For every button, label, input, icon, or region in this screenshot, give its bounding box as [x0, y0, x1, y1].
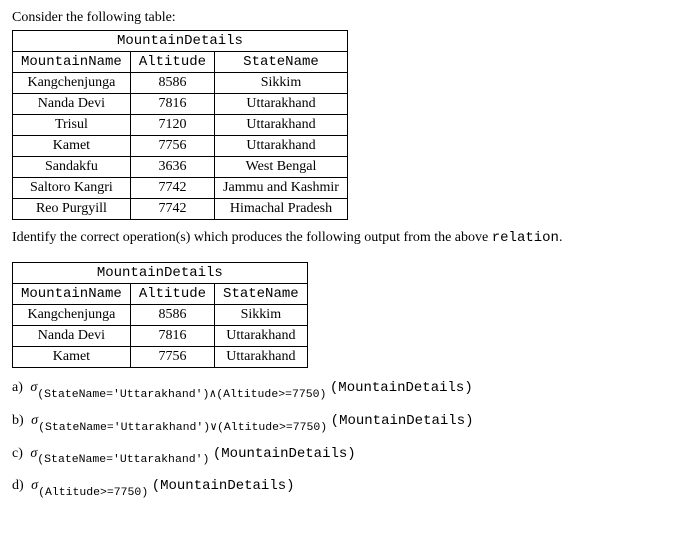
table-title-row: MountainDetails [13, 31, 348, 52]
col-header: MountainName [13, 284, 131, 305]
cell: 7816 [130, 94, 214, 115]
cell: 8586 [130, 305, 214, 326]
col-header: Altitude [130, 52, 214, 73]
option-label: a) [12, 380, 23, 395]
cell: West Bengal [215, 157, 348, 178]
cell: Nanda Devi [13, 326, 131, 347]
option-c: c) σ(StateName='Uttarakhand') (MountainD… [12, 446, 686, 465]
table-row: Sandakfu 3636 West Bengal [13, 157, 348, 178]
table-row: Saltoro Kangri 7742 Jammu and Kashmir [13, 178, 348, 199]
cell: Saltoro Kangri [13, 178, 131, 199]
option-label: d) [12, 478, 24, 493]
option-relation: (MountainDetails) [331, 413, 474, 429]
cell: 7756 [130, 136, 214, 157]
table-row: Kamet 7756 Uttarakhand [13, 136, 348, 157]
table-source: MountainDetails MountainName Altitude St… [12, 30, 348, 220]
table-header-row: MountainName Altitude StateName [13, 284, 308, 305]
option-d: d) σ(Altitude>=7750) (MountainDetails) [12, 478, 686, 497]
option-label: c) [12, 446, 23, 461]
option-label: b) [12, 413, 24, 428]
cell: Reo Purgyill [13, 199, 131, 220]
intro-text: Consider the following table: [12, 10, 686, 26]
cell: Sikkim [215, 305, 308, 326]
prompt-prefix: Identify the correct operation(s) which … [12, 230, 492, 245]
cell: 8586 [130, 73, 214, 94]
table-row: Nanda Devi 7816 Uttarakhand [13, 94, 348, 115]
table-row: Kangchenjunga 8586 Sikkim [13, 73, 348, 94]
prompt-suffix: . [559, 230, 563, 245]
cell: Himachal Pradesh [215, 199, 348, 220]
cell: Trisul [13, 115, 131, 136]
table-row: Kamet 7756 Uttarakhand [13, 347, 308, 368]
option-b: b) σ(StateName='Uttarakhand')∨(Altitude>… [12, 413, 686, 432]
cell: Kangchenjunga [13, 305, 131, 326]
table-row: Kangchenjunga 8586 Sikkim [13, 305, 308, 326]
cell: Uttarakhand [215, 115, 348, 136]
cell: 7756 [130, 347, 214, 368]
cell: 7120 [130, 115, 214, 136]
option-a: a) σ(StateName='Uttarakhand')∧(Altitude>… [12, 380, 686, 399]
option-relation: (MountainDetails) [213, 446, 356, 462]
option-relation: (MountainDetails) [330, 380, 473, 396]
cell: Uttarakhand [215, 347, 308, 368]
prompt-text: Identify the correct operation(s) which … [12, 230, 686, 246]
prompt-code: relation [492, 230, 559, 246]
cell: Uttarakhand [215, 94, 348, 115]
table-row: Nanda Devi 7816 Uttarakhand [13, 326, 308, 347]
option-relation: (MountainDetails) [152, 478, 295, 494]
cell: Uttarakhand [215, 136, 348, 157]
option-subscript: (Altitude>=7750) [38, 486, 148, 499]
table-title: MountainDetails [13, 263, 308, 284]
cell: Kamet [13, 347, 131, 368]
cell: Sikkim [215, 73, 348, 94]
table-header-row: MountainName Altitude StateName [13, 52, 348, 73]
cell: Kamet [13, 136, 131, 157]
cell: 3636 [130, 157, 214, 178]
option-subscript: (StateName='Uttarakhand')∨(Altitude>=775… [38, 421, 327, 434]
cell: 7742 [130, 199, 214, 220]
cell: Jammu and Kashmir [215, 178, 348, 199]
col-header: MountainName [13, 52, 131, 73]
cell: Kangchenjunga [13, 73, 131, 94]
table-title: MountainDetails [13, 31, 348, 52]
cell: Sandakfu [13, 157, 131, 178]
col-header: StateName [215, 284, 308, 305]
cell: Nanda Devi [13, 94, 131, 115]
col-header: StateName [215, 52, 348, 73]
table-row: Reo Purgyill 7742 Himachal Pradesh [13, 199, 348, 220]
cell: 7742 [130, 178, 214, 199]
table-result: MountainDetails MountainName Altitude St… [12, 262, 308, 368]
table-row: Trisul 7120 Uttarakhand [13, 115, 348, 136]
option-subscript: (StateName='Uttarakhand') [37, 453, 209, 466]
cell: Uttarakhand [215, 326, 308, 347]
options-list: a) σ(StateName='Uttarakhand')∧(Altitude>… [12, 380, 686, 497]
col-header: Altitude [130, 284, 214, 305]
table-title-row: MountainDetails [13, 263, 308, 284]
cell: 7816 [130, 326, 214, 347]
option-subscript: (StateName='Uttarakhand')∧(Altitude>=775… [37, 388, 326, 401]
